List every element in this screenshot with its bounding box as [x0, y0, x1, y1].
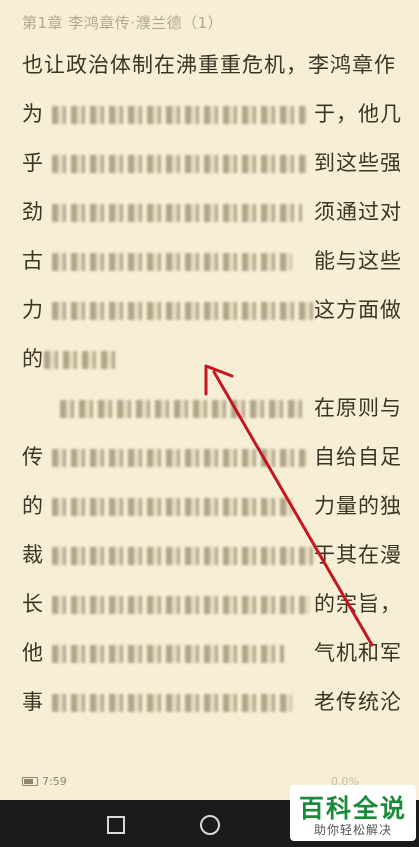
text-line: 传 自给自足 — [22, 433, 402, 482]
battery-icon — [22, 777, 38, 786]
text-line: 乎 到这些强 — [22, 139, 402, 188]
reader-status-bar: 7:59 — [22, 775, 67, 788]
redacted-text — [52, 498, 292, 516]
line-end: 于，他几 — [314, 102, 402, 126]
text-line: 裁 于其在漫 — [22, 531, 402, 580]
line-start: 古 — [22, 249, 44, 273]
line-start: 的 — [22, 494, 44, 518]
line-start: 他 — [22, 641, 44, 665]
line-end: 须通过对 — [314, 200, 402, 224]
text-line: 古 能与这些 — [22, 237, 402, 286]
redacted-text — [52, 694, 292, 712]
redacted-text — [52, 302, 314, 320]
text-line: 为 于，他几 — [22, 90, 402, 139]
watermark-logo: 百科全说 助你轻松解决 — [290, 785, 416, 841]
clock-time: 7:59 — [42, 775, 67, 788]
redacted-text — [52, 547, 314, 565]
redacted-text — [52, 449, 307, 467]
watermark-subtitle: 助你轻松解决 — [313, 823, 392, 837]
line-end: 力量的独 — [314, 494, 402, 518]
line-start: 力 — [22, 298, 44, 322]
line-start: 的 — [22, 347, 44, 371]
line-start: 劲 — [22, 200, 44, 224]
text-line: 他 气机和军 — [22, 629, 402, 678]
text-line: 长 的宗旨， — [22, 580, 402, 629]
redacted-text — [52, 155, 307, 173]
redacted-text — [52, 596, 310, 614]
line-end: 的宗旨， — [314, 592, 402, 616]
redacted-text — [44, 351, 119, 369]
line-end: 气机和军 — [314, 641, 402, 665]
line-end: 自给自足 — [314, 445, 402, 469]
text-line: 事 老传统沦 — [22, 678, 402, 727]
text-line: 力 这方面做 — [22, 286, 402, 335]
line-start: 为 — [22, 102, 44, 126]
text-line: 劲 须通过对 — [22, 188, 402, 237]
line-start: 乎 — [22, 151, 44, 175]
line-start: 长 — [22, 592, 44, 616]
redacted-text — [52, 645, 284, 663]
redacted-text — [60, 400, 305, 418]
redacted-text — [52, 253, 292, 271]
line-end: 能与这些 — [314, 249, 402, 273]
line-text: 也让政治体制在沸重重危机，李鸿章作 — [22, 53, 396, 77]
text-line: 的 — [22, 335, 402, 384]
line-start: 传 — [22, 445, 44, 469]
watermark-title: 百科全说 — [298, 794, 407, 823]
chapter-title: 第1章 李鸿章传·濮兰德（1） — [22, 14, 224, 32]
line-start: 裁 — [22, 543, 44, 567]
recent-apps-icon[interactable] — [107, 816, 125, 834]
line-end: 这方面做 — [314, 298, 402, 322]
reader-page[interactable]: 第1章 李鸿章传·濮兰德（1） 也让政治体制在沸重重危机，李鸿章作 为 于，他几… — [0, 0, 419, 800]
line-end: 于其在漫 — [314, 543, 402, 567]
line-end: 到这些强 — [314, 151, 402, 175]
text-line: 的 力量的独 — [22, 482, 402, 531]
page-text: 也让政治体制在沸重重危机，李鸿章作 为 于，他几 乎 到这些强 劲 须通过对 古… — [22, 41, 402, 727]
text-line: 也让政治体制在沸重重危机，李鸿章作 — [22, 41, 402, 90]
redacted-text — [52, 204, 302, 222]
line-end: 在原则与 — [314, 396, 402, 420]
home-icon[interactable] — [200, 815, 220, 835]
line-end: 老传统沦 — [314, 690, 402, 714]
redacted-text — [52, 106, 307, 124]
text-line: 在原则与 — [22, 384, 402, 433]
line-start: 事 — [22, 690, 44, 714]
